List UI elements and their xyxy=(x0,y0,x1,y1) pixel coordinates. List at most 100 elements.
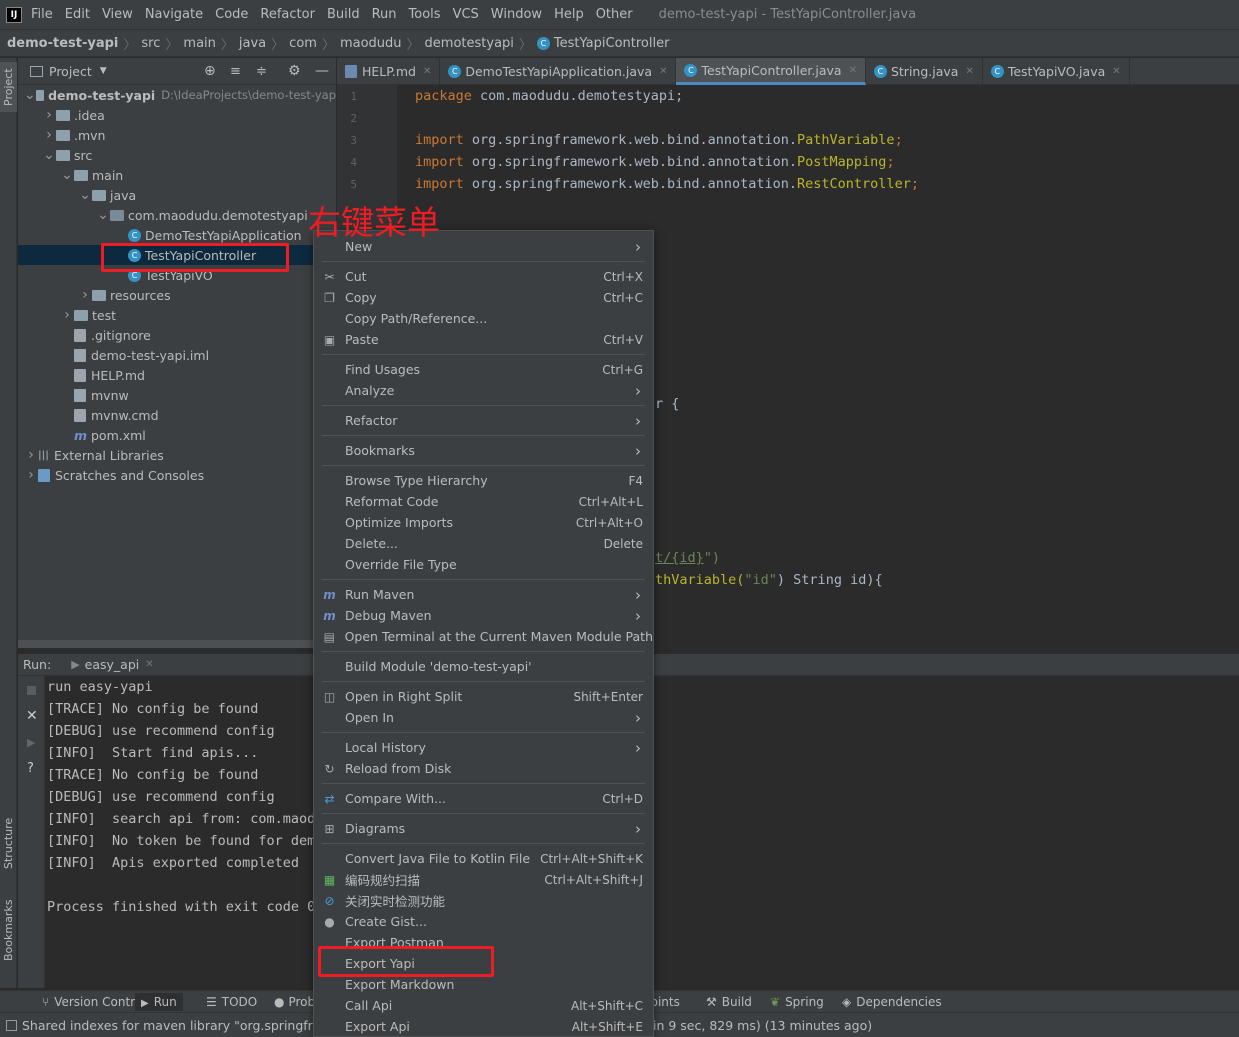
context-menu-item[interactable]: Copy Path/Reference... xyxy=(314,308,653,329)
context-menu-item[interactable]: Local History › xyxy=(314,737,653,758)
menu-vcs[interactable]: VCS xyxy=(453,7,479,22)
context-menu-item[interactable]: Bookmarks › xyxy=(314,440,653,461)
tree-item[interactable]: mvnw.cmd xyxy=(18,405,336,425)
close-icon[interactable]: ✕ xyxy=(849,65,857,76)
context-menu-item[interactable]: m Run Maven › xyxy=(314,584,653,605)
menu-run[interactable]: Run xyxy=(372,7,397,22)
tree-item[interactable]: › Scratches and Consoles xyxy=(18,465,336,485)
chevron-right-icon[interactable]: › xyxy=(42,107,56,123)
context-menu-item[interactable]: Delete... Delete xyxy=(314,533,653,554)
tree-item[interactable]: ⌄ main xyxy=(18,165,336,185)
context-menu-item[interactable]: Refactor › xyxy=(314,410,653,431)
expand-all-icon[interactable]: ≡ xyxy=(230,64,241,79)
breadcrumb-item[interactable]: maodudu xyxy=(340,36,402,51)
chevron-right-icon[interactable]: › xyxy=(42,127,56,143)
editor-tab[interactable]: C TestYapiVO.java ✕ xyxy=(983,58,1130,85)
close-icon[interactable]: ✕ xyxy=(965,66,973,77)
editor-tab[interactable]: C TestYapiController.java ✕ xyxy=(676,58,866,85)
menu-other[interactable]: Other xyxy=(596,7,633,22)
chevron-down-icon[interactable]: ⌄ xyxy=(60,167,74,183)
tree-item[interactable]: ⌄ demo-test-yapi D:\IdeaProjects\demo-test… xyxy=(18,85,336,105)
chevron-right-icon[interactable]: › xyxy=(24,447,38,463)
tree-item[interactable]: › test xyxy=(18,305,336,325)
chevron-down-icon[interactable]: ⌄ xyxy=(24,87,36,103)
menu-code[interactable]: Code xyxy=(215,7,248,22)
tree-item[interactable]: ⌄ com.maodudu.demotestyapi xyxy=(18,205,336,225)
project-tool-button[interactable]: Project xyxy=(0,62,17,112)
tree-item[interactable]: › ||| External Libraries xyxy=(18,445,336,465)
context-menu-item[interactable]: ✂ Cut Ctrl+X xyxy=(314,266,653,287)
tree-horizontal-scrollbar[interactable] xyxy=(18,640,336,648)
version-control-tab[interactable]: ⑂ Version Control xyxy=(42,995,146,1009)
context-menu-item[interactable]: ▤ Open Terminal at the Current Maven Modu… xyxy=(314,626,653,647)
breadcrumb-item[interactable]: main xyxy=(183,36,215,51)
run-tool-tab[interactable]: ▶ Run xyxy=(135,992,183,1011)
tree-item[interactable]: › resources xyxy=(18,285,336,305)
breadcrumb-item[interactable]: demo-test-yapi xyxy=(7,36,118,51)
close-icon[interactable]: ✕ xyxy=(1112,66,1120,77)
context-menu-item[interactable]: ◫ Open in Right Split Shift+Enter xyxy=(314,686,653,707)
run-tab[interactable]: ▶ easy_api ✕ xyxy=(71,657,153,672)
context-menu-item[interactable]: ⊘ 关闭实时检测功能 xyxy=(314,890,653,911)
context-menu-item[interactable]: Call Api Alt+Shift+C xyxy=(314,995,653,1016)
context-menu-item[interactable]: Reformat Code Ctrl+Alt+L xyxy=(314,491,653,512)
menu-tools[interactable]: Tools xyxy=(409,7,441,22)
editor-tab[interactable]: C DemoTestYapiApplication.java ✕ xyxy=(440,58,677,85)
close-icon[interactable]: ✕ xyxy=(26,708,38,724)
tree-item[interactable]: ⌄ java xyxy=(18,185,336,205)
tree-item[interactable]: › .mvn xyxy=(18,125,336,145)
context-menu-item[interactable]: ❐ Copy Ctrl+C xyxy=(314,287,653,308)
context-menu-item[interactable]: Optimize Imports Ctrl+Alt+O xyxy=(314,512,653,533)
chevron-down-icon[interactable]: ⌄ xyxy=(96,207,110,223)
tree-item[interactable]: ⌄ src xyxy=(18,145,336,165)
tree-item[interactable]: C DemoTestYapiApplication xyxy=(18,225,336,245)
menu-edit[interactable]: Edit xyxy=(65,7,90,22)
problems-tab[interactable]: ● Prob xyxy=(274,995,315,1009)
status-checkbox-icon[interactable] xyxy=(6,1019,17,1031)
context-menu-item[interactable]: Browse Type Hierarchy F4 xyxy=(314,470,653,491)
menu-refactor[interactable]: Refactor xyxy=(260,7,315,22)
breadcrumb-item[interactable]: demotestyapi xyxy=(425,36,514,51)
context-menu-item[interactable]: Find Usages Ctrl+G xyxy=(314,359,653,380)
context-menu-item[interactable]: ▦ 编码规约扫描 Ctrl+Alt+Shift+J xyxy=(314,869,653,890)
tree-item[interactable]: demo-test-yapi.iml xyxy=(18,345,336,365)
context-menu-item[interactable]: ⊞ Diagrams › xyxy=(314,818,653,839)
chevron-down-icon[interactable]: ⌄ xyxy=(78,187,92,203)
breadcrumb-item[interactable]: src xyxy=(141,36,160,51)
tree-item[interactable]: HELP.md xyxy=(18,365,336,385)
todo-tab[interactable]: ☰ TODO xyxy=(206,995,257,1009)
breadcrumb-item[interactable]: TestYapiController xyxy=(554,36,670,51)
editor-tab[interactable]: C String.java ✕ xyxy=(866,58,983,85)
spring-tab[interactable]: ❦ Spring xyxy=(770,995,824,1009)
project-view-selector[interactable]: Project xyxy=(49,64,92,79)
context-menu-item[interactable]: Override File Type xyxy=(314,554,653,575)
breadcrumb-item[interactable]: com xyxy=(289,36,317,51)
tree-item[interactable]: › .idea xyxy=(18,105,336,125)
structure-tool-button[interactable]: Structure xyxy=(0,808,17,878)
context-menu-item[interactable]: Analyze › xyxy=(314,380,653,401)
close-icon[interactable]: ✕ xyxy=(423,66,431,77)
chevron-right-icon[interactable]: › xyxy=(24,467,38,483)
close-icon[interactable]: ✕ xyxy=(659,66,667,77)
bookmarks-tool-button[interactable]: Bookmarks xyxy=(0,893,17,968)
context-menu-item[interactable]: m Debug Maven › xyxy=(314,605,653,626)
dependencies-tab[interactable]: ◈ Dependencies xyxy=(842,995,942,1009)
tree-item[interactable]: .gitignore xyxy=(18,325,336,345)
locate-icon[interactable]: ⊕ xyxy=(204,63,216,79)
context-menu-item[interactable]: ▣ Paste Ctrl+V xyxy=(314,329,653,350)
context-menu-item[interactable]: Export Markdown xyxy=(314,974,653,995)
tree-item[interactable]: mvnw xyxy=(18,385,336,405)
chevron-right-icon[interactable]: › xyxy=(78,287,92,303)
chevron-down-icon[interactable]: ⌄ xyxy=(42,147,56,163)
context-menu-item[interactable]: ↻ Reload from Disk xyxy=(314,758,653,779)
context-menu-item[interactable]: ⇄ Compare With... Ctrl+D xyxy=(314,788,653,809)
chevron-down-icon[interactable]: ▼ xyxy=(100,66,107,76)
tree-item[interactable]: m pom.xml xyxy=(18,425,336,445)
context-menu-item[interactable]: Convert Java File to Kotlin File Ctrl+Alt… xyxy=(314,848,653,869)
minimize-icon[interactable]: — xyxy=(315,63,329,79)
menu-help[interactable]: Help xyxy=(554,7,584,22)
menu-view[interactable]: View xyxy=(102,7,133,22)
context-menu-item[interactable]: Open In › xyxy=(314,707,653,728)
breadcrumb-item[interactable]: java xyxy=(239,36,266,51)
editor-tab[interactable]: HELP.md ✕ xyxy=(337,58,441,85)
